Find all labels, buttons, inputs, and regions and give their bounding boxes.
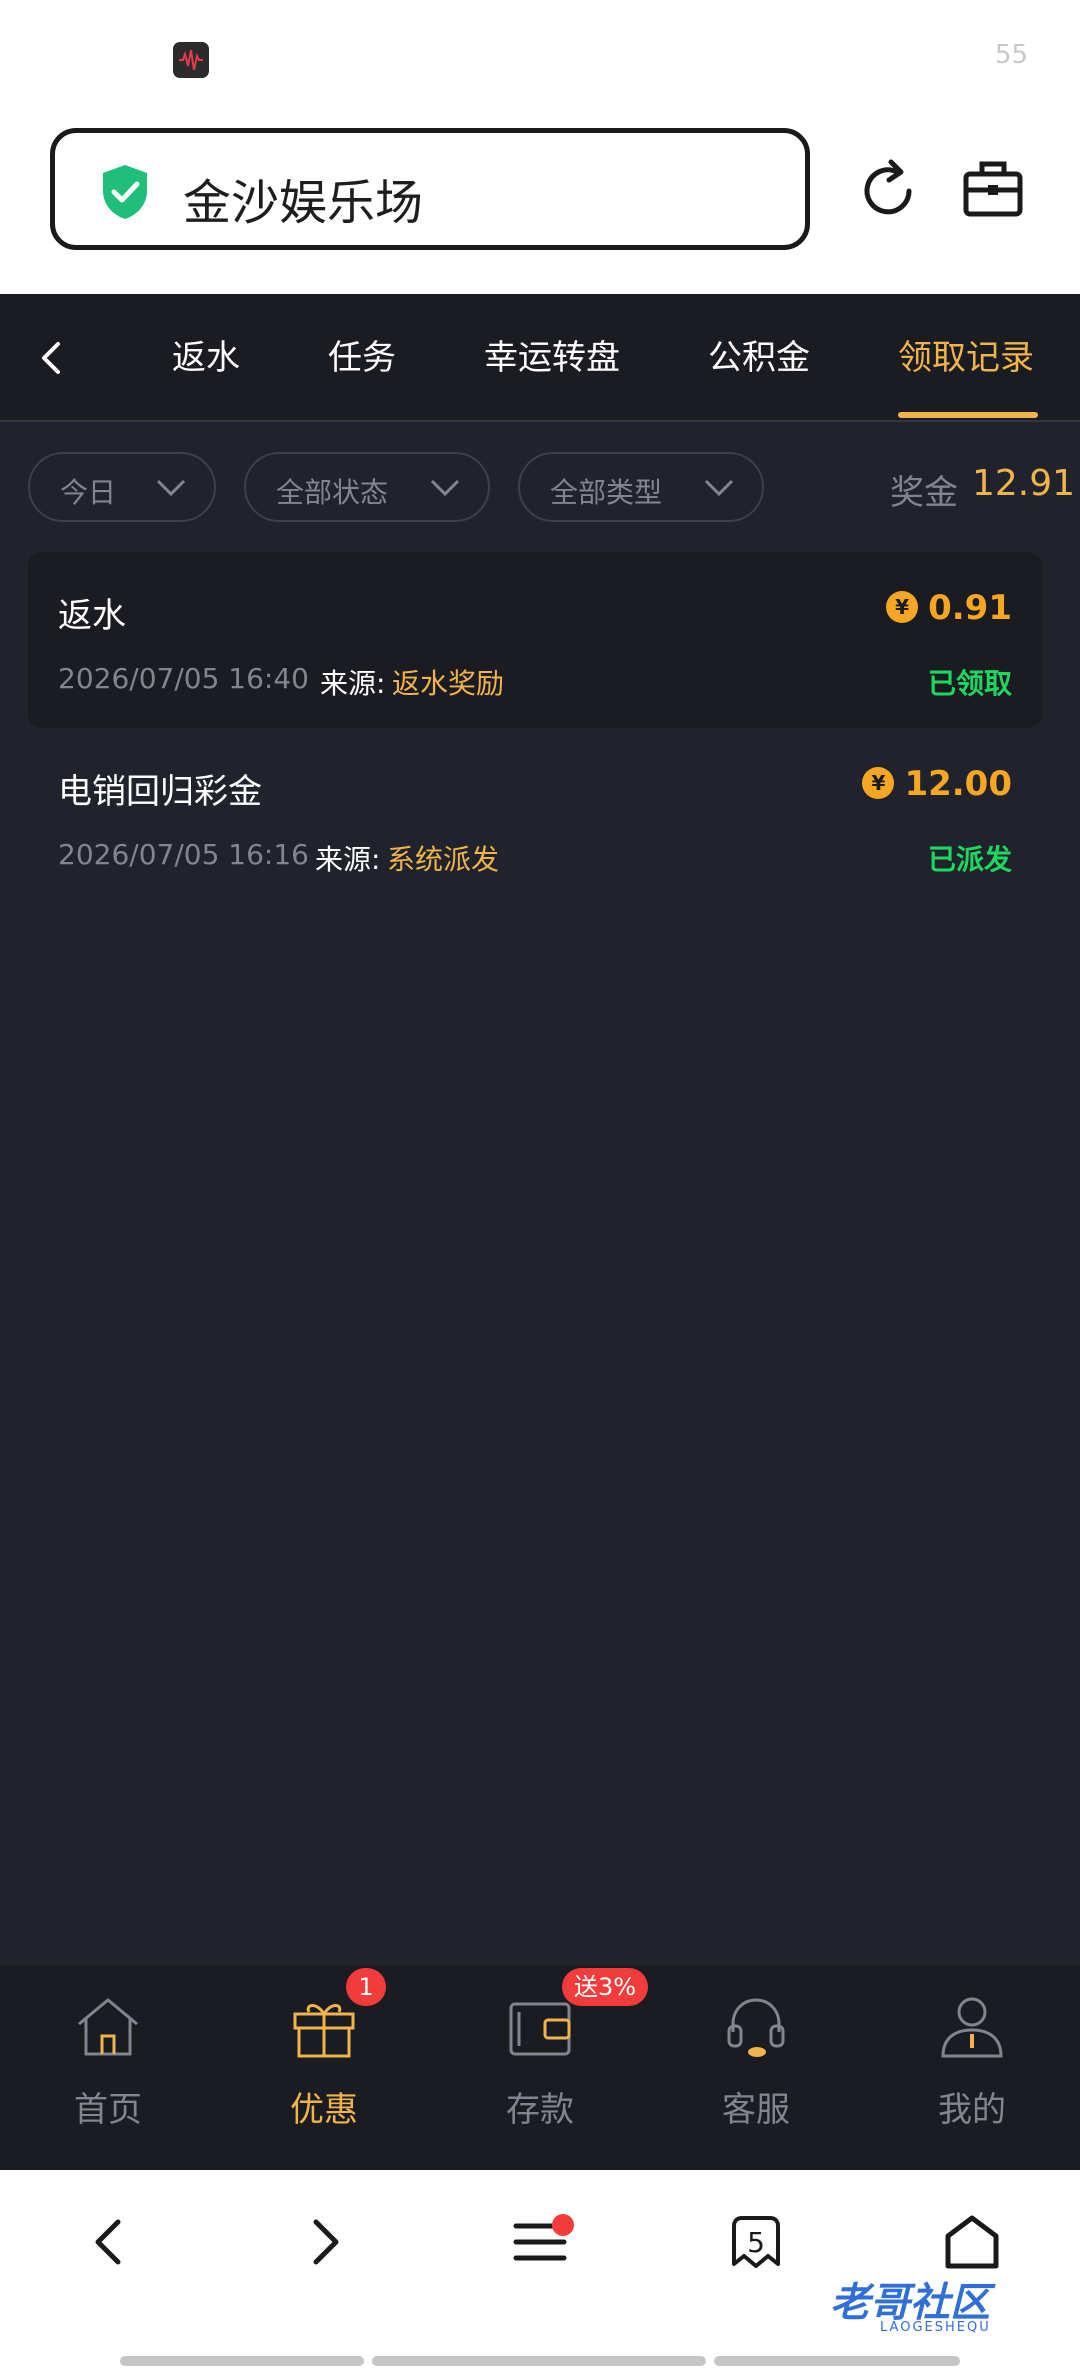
- status-filter[interactable]: 全部状态: [244, 452, 490, 522]
- record-source: 系统派发: [387, 843, 500, 876]
- gesture-bar: [120, 2356, 960, 2366]
- wallet-icon: [509, 2002, 571, 2056]
- watermark-subtext: LAOGESHEQU: [880, 2320, 991, 2335]
- bottom-tab-home[interactable]: 首页: [0, 1966, 216, 2170]
- record-source-label: 来源:: [320, 667, 386, 700]
- browser-forward-icon[interactable]: [300, 2214, 350, 2270]
- deposit-badge: 送3%: [562, 1968, 648, 2006]
- promotions-badge: 1: [346, 1968, 386, 2006]
- type-filter[interactable]: 全部类型: [518, 452, 764, 522]
- reload-icon[interactable]: [855, 158, 921, 224]
- record-amount-value: 0.91: [928, 588, 1012, 628]
- tab-rebate[interactable]: 返水: [172, 330, 240, 379]
- secure-shield-icon: [103, 165, 147, 219]
- back-icon[interactable]: [28, 334, 76, 382]
- recorder-app-icon: [173, 42, 209, 78]
- tab-count: 5: [747, 2226, 765, 2259]
- bonus-total-label: 奖金: [890, 473, 958, 513]
- bottom-tab-label: 我的: [938, 2090, 1006, 2130]
- tab-provident-fund[interactable]: 公积金: [708, 330, 810, 379]
- browser-home-icon[interactable]: [944, 2214, 1000, 2270]
- record-amount: ¥0.91: [886, 588, 1012, 628]
- tab-lucky-wheel[interactable]: 幸运转盘: [484, 330, 620, 379]
- address-bar[interactable]: 金沙娱乐场: [50, 128, 810, 250]
- bottom-tab-label: 存款: [506, 2090, 574, 2130]
- browser-toolbar: 金沙娱乐场: [0, 120, 1080, 294]
- record-title: 返水: [58, 596, 126, 636]
- menu-notification-dot: [552, 2214, 574, 2236]
- browser-tabs-button[interactable]: 5: [728, 2214, 784, 2270]
- bottom-tab-promotions[interactable]: 1 优惠: [216, 1966, 432, 2170]
- record-source-label: 来源:: [315, 843, 381, 876]
- record-date: 2026/07/05 16:16: [58, 838, 309, 871]
- chevron-down-icon: [156, 479, 186, 497]
- status-text: 55: [994, 40, 1028, 70]
- chevron-down-icon: [704, 479, 734, 497]
- browser-bottom-nav: 5 老哥社区 LAOGESHEQU: [0, 2170, 1080, 2376]
- bottom-tab-label: 首页: [74, 2090, 142, 2130]
- date-filter-label: 今日: [60, 476, 117, 509]
- active-tab-indicator: [898, 412, 1038, 418]
- promo-nav: 返水 任务 幸运转盘 公积金 领取记录: [0, 294, 1080, 422]
- record-status: 已派发: [927, 843, 1012, 876]
- record-title: 电销回归彩金: [58, 772, 262, 812]
- gift-icon: [293, 2004, 355, 2058]
- type-filter-label: 全部类型: [550, 476, 663, 509]
- bottom-tab-profile[interactable]: 我的: [864, 1966, 1080, 2170]
- bottom-tab-support[interactable]: 客服: [648, 1966, 864, 2170]
- record-amount-value: 12.00: [904, 764, 1012, 804]
- yuan-coin-icon: ¥: [862, 766, 895, 799]
- bottom-tab-deposit[interactable]: 送3% 存款: [432, 1966, 648, 2170]
- record-amount: ¥12.00: [862, 764, 1012, 804]
- toolbox-icon[interactable]: [960, 156, 1026, 222]
- address-text: 金沙娱乐场: [183, 175, 424, 231]
- bottom-tab-label: 客服: [722, 2090, 790, 2130]
- record-source: 返水奖励: [392, 667, 505, 700]
- home-icon: [78, 1998, 138, 2056]
- status-bar: 55: [0, 0, 1080, 120]
- browser-back-icon[interactable]: [84, 2214, 134, 2270]
- record-status: 已领取: [927, 667, 1012, 700]
- record-item[interactable]: 电销回归彩金 ¥12.00 2026/07/05 16:16 来源: 系统派发 …: [28, 728, 1042, 904]
- record-item[interactable]: 返水 ¥0.91 2026/07/05 16:40 来源: 返水奖励 已领取: [28, 552, 1042, 728]
- headset-icon: [727, 1998, 785, 2057]
- bottom-tab-bar: 首页 1 优惠 送3% 存款 客服 我的: [0, 1966, 1080, 2170]
- bonus-total-value: 12.91: [972, 463, 1076, 504]
- date-filter[interactable]: 今日: [28, 452, 216, 522]
- chevron-down-icon: [430, 479, 460, 497]
- tab-tasks[interactable]: 任务: [328, 330, 396, 379]
- yuan-coin-icon: ¥: [886, 590, 919, 623]
- user-icon: [941, 1997, 1003, 2058]
- tab-claim-records[interactable]: 领取记录: [898, 330, 1034, 379]
- status-filter-label: 全部状态: [276, 476, 389, 509]
- bottom-tab-label: 优惠: [290, 2090, 358, 2130]
- record-date: 2026/07/05 16:40: [58, 662, 309, 695]
